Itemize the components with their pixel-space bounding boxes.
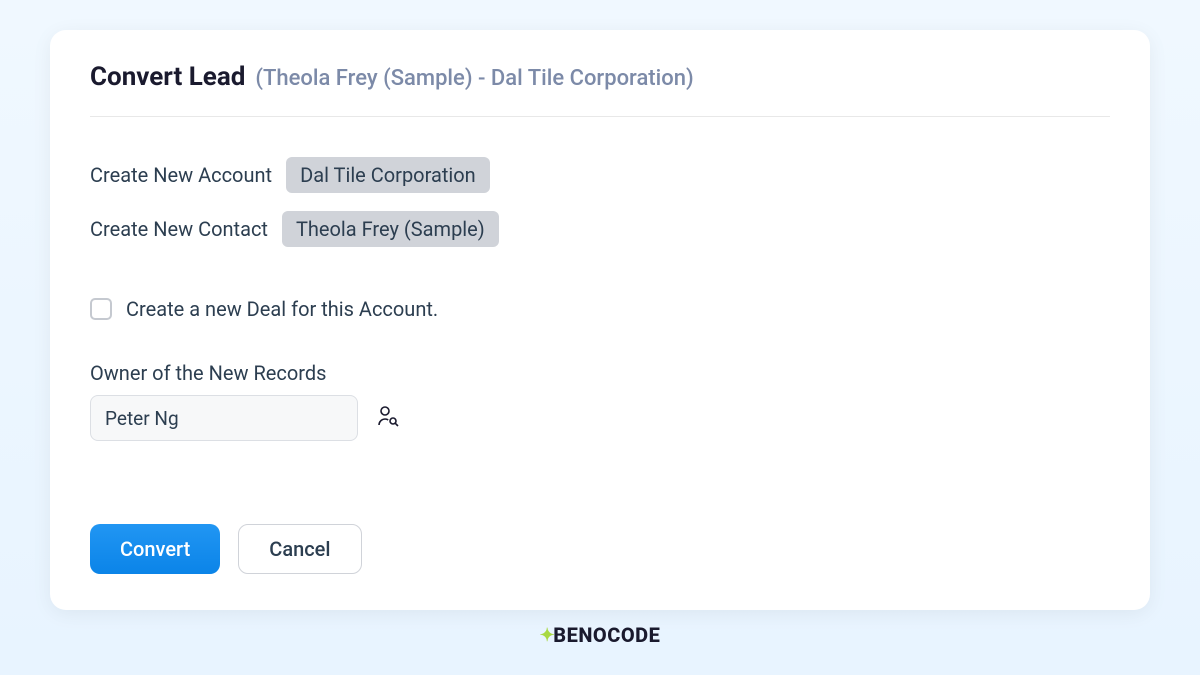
account-value-chip[interactable]: Dal Tile Corporation [286, 157, 490, 193]
create-deal-checkbox-row: Create a new Deal for this Account. [90, 297, 1110, 321]
modal-title: Convert Lead [90, 62, 245, 92]
button-row: Convert Cancel [90, 524, 362, 574]
create-deal-checkbox[interactable] [90, 298, 112, 320]
convert-lead-modal: Convert Lead (Theola Frey (Sample) - Dal… [50, 30, 1150, 610]
create-account-label: Create New Account [90, 163, 272, 187]
modal-header: Convert Lead (Theola Frey (Sample) - Dal… [90, 62, 1110, 117]
owner-label: Owner of the New Records [90, 361, 1110, 385]
owner-input-row [90, 395, 1110, 441]
user-search-icon[interactable] [376, 404, 400, 432]
convert-button[interactable]: Convert [90, 524, 220, 574]
owner-section: Owner of the New Records [90, 361, 1110, 441]
contact-value-chip[interactable]: Theola Frey (Sample) [282, 211, 499, 247]
owner-input[interactable] [90, 395, 358, 441]
cancel-button[interactable]: Cancel [238, 524, 361, 574]
create-account-row: Create New Account Dal Tile Corporation [90, 157, 1110, 193]
create-contact-row: Create New Contact Theola Frey (Sample) [90, 211, 1110, 247]
create-contact-label: Create New Contact [90, 217, 268, 241]
create-deal-label: Create a new Deal for this Account. [126, 297, 438, 321]
brand-text: BENOCODE [553, 623, 660, 647]
footer-brand-logo: ✦ BENOCODE [540, 623, 661, 647]
modal-subtitle: (Theola Frey (Sample) - Dal Tile Corpora… [255, 66, 693, 91]
